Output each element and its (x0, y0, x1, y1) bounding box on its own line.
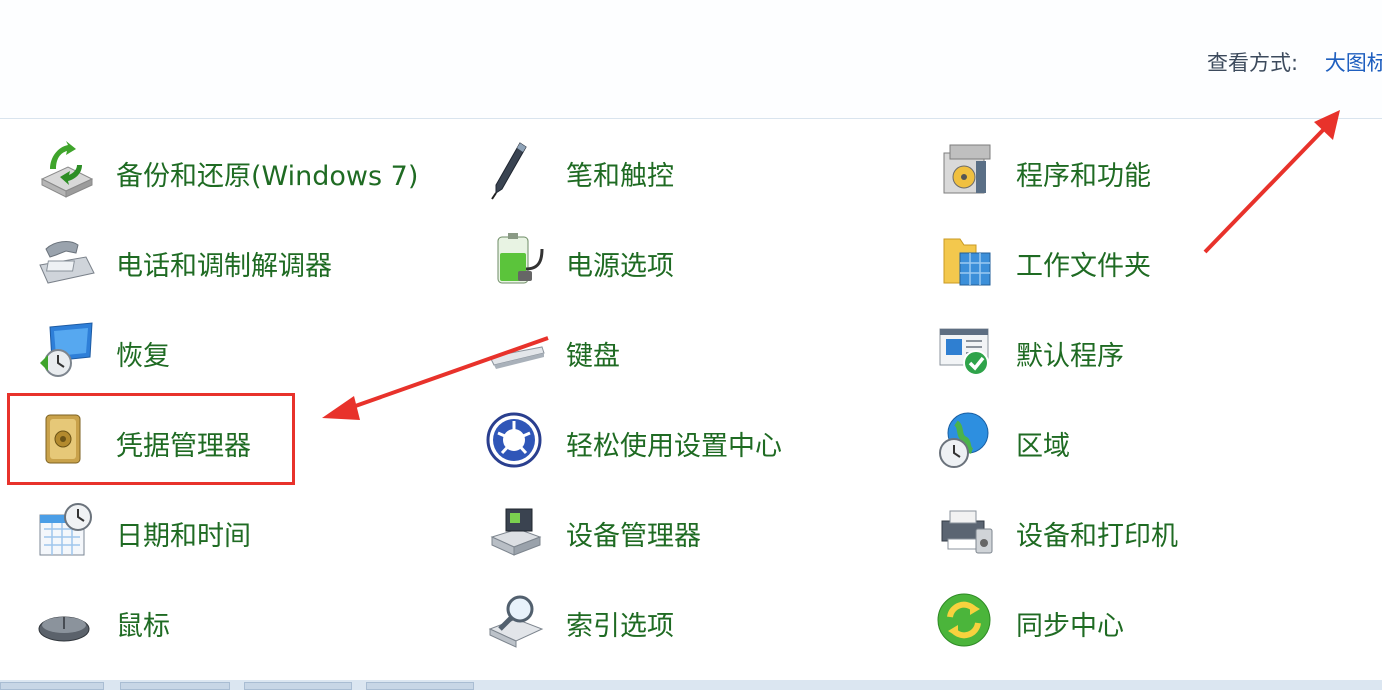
arrow-to-view-mode (1203, 110, 1340, 254)
taskbar-button[interactable] (244, 682, 352, 690)
taskbar-button[interactable] (366, 682, 474, 690)
annotation-arrows (322, 110, 1340, 420)
taskbar-button[interactable] (120, 682, 230, 690)
arrow-to-credential-manager (322, 336, 549, 420)
taskbar-button[interactable] (0, 682, 104, 690)
